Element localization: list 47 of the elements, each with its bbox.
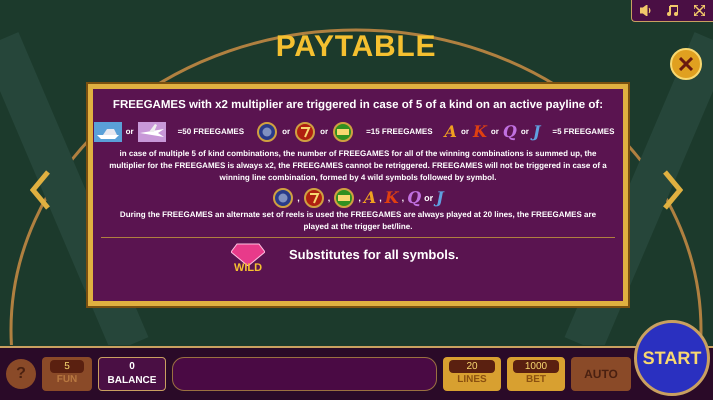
- award-text: =15 FREEGAMES: [366, 126, 433, 138]
- yacht-symbol-icon: [94, 122, 122, 142]
- letter-symbol: A: [444, 124, 457, 140]
- fullscreen-icon[interactable]: [694, 5, 706, 16]
- separator-text: or: [460, 126, 469, 138]
- seven-symbol-icon: [302, 188, 325, 208]
- watch-symbol-icon: [256, 122, 278, 142]
- bet-button[interactable]: 1000 BET: [507, 357, 565, 391]
- separator-text: or: [320, 126, 328, 138]
- separator-text: or: [424, 192, 434, 204]
- letter-symbol: K: [384, 190, 399, 206]
- jet-symbol-icon: [138, 122, 166, 142]
- separator-text: ,: [402, 192, 404, 204]
- balance-value: 0: [129, 360, 135, 374]
- close-icon: [679, 57, 693, 71]
- bar-symbol-icon: [332, 122, 354, 142]
- close-button[interactable]: [670, 48, 702, 80]
- award-text: =50 FREEGAMES: [178, 126, 244, 138]
- separator-text: ,: [297, 192, 300, 204]
- wild-label: WILD: [234, 261, 262, 276]
- separator-text: or: [490, 126, 499, 138]
- paytable-title: PAYTABLE: [274, 29, 438, 65]
- bar-symbol-icon: [333, 188, 356, 208]
- rule-heading: FREEGAMES with x2 multiplier are triggered in case of 5 of a kind on an active payline of:: [112, 98, 604, 113]
- separator-text: ,: [379, 192, 382, 204]
- letter-symbol: Q: [502, 124, 517, 140]
- separator-text: ,: [328, 192, 330, 204]
- letter-symbol: Q: [407, 190, 422, 206]
- letter-symbol: A: [364, 190, 376, 206]
- award-text: =5 FREEGAMES: [552, 126, 614, 138]
- letter-symbol: J: [532, 124, 540, 140]
- speaker-icon[interactable]: [640, 5, 652, 16]
- lines-button[interactable]: 20 LINES: [443, 357, 501, 391]
- wild-description: Substitutes for all symbols.: [289, 246, 459, 264]
- balance-label: BALANCE: [108, 374, 156, 388]
- separator-text: or: [282, 126, 290, 138]
- rule-paragraph: in case of multiple 5 of kind combinations, the number of FREEGAMES for all of the winning combinations is summed up, the multiplier for the FREEGAMES is always x2, the FREEGAMES cannot be retriggered. FREEGAMES will not be triggered in case of a winning line combination, formed by 4 wild symbols followed by symbol.: [108, 148, 608, 184]
- letter-symbol: K: [472, 124, 487, 140]
- seven-symbol-icon: [294, 122, 316, 142]
- music-note-icon[interactable]: [667, 5, 678, 16]
- separator-text: or: [520, 126, 529, 138]
- reels-note: During the FREEGAMES an alternate set of reels is used the FREEGAMES are always played at 20 lines, the FREEGAMES are played at the trigger bet/line.: [118, 209, 598, 234]
- separator-text: ,: [358, 192, 361, 204]
- watch-symbol-icon: [272, 188, 294, 208]
- fun-value: 5: [50, 360, 84, 373]
- letter-symbol: J: [436, 190, 444, 206]
- separator-text: or: [126, 126, 134, 138]
